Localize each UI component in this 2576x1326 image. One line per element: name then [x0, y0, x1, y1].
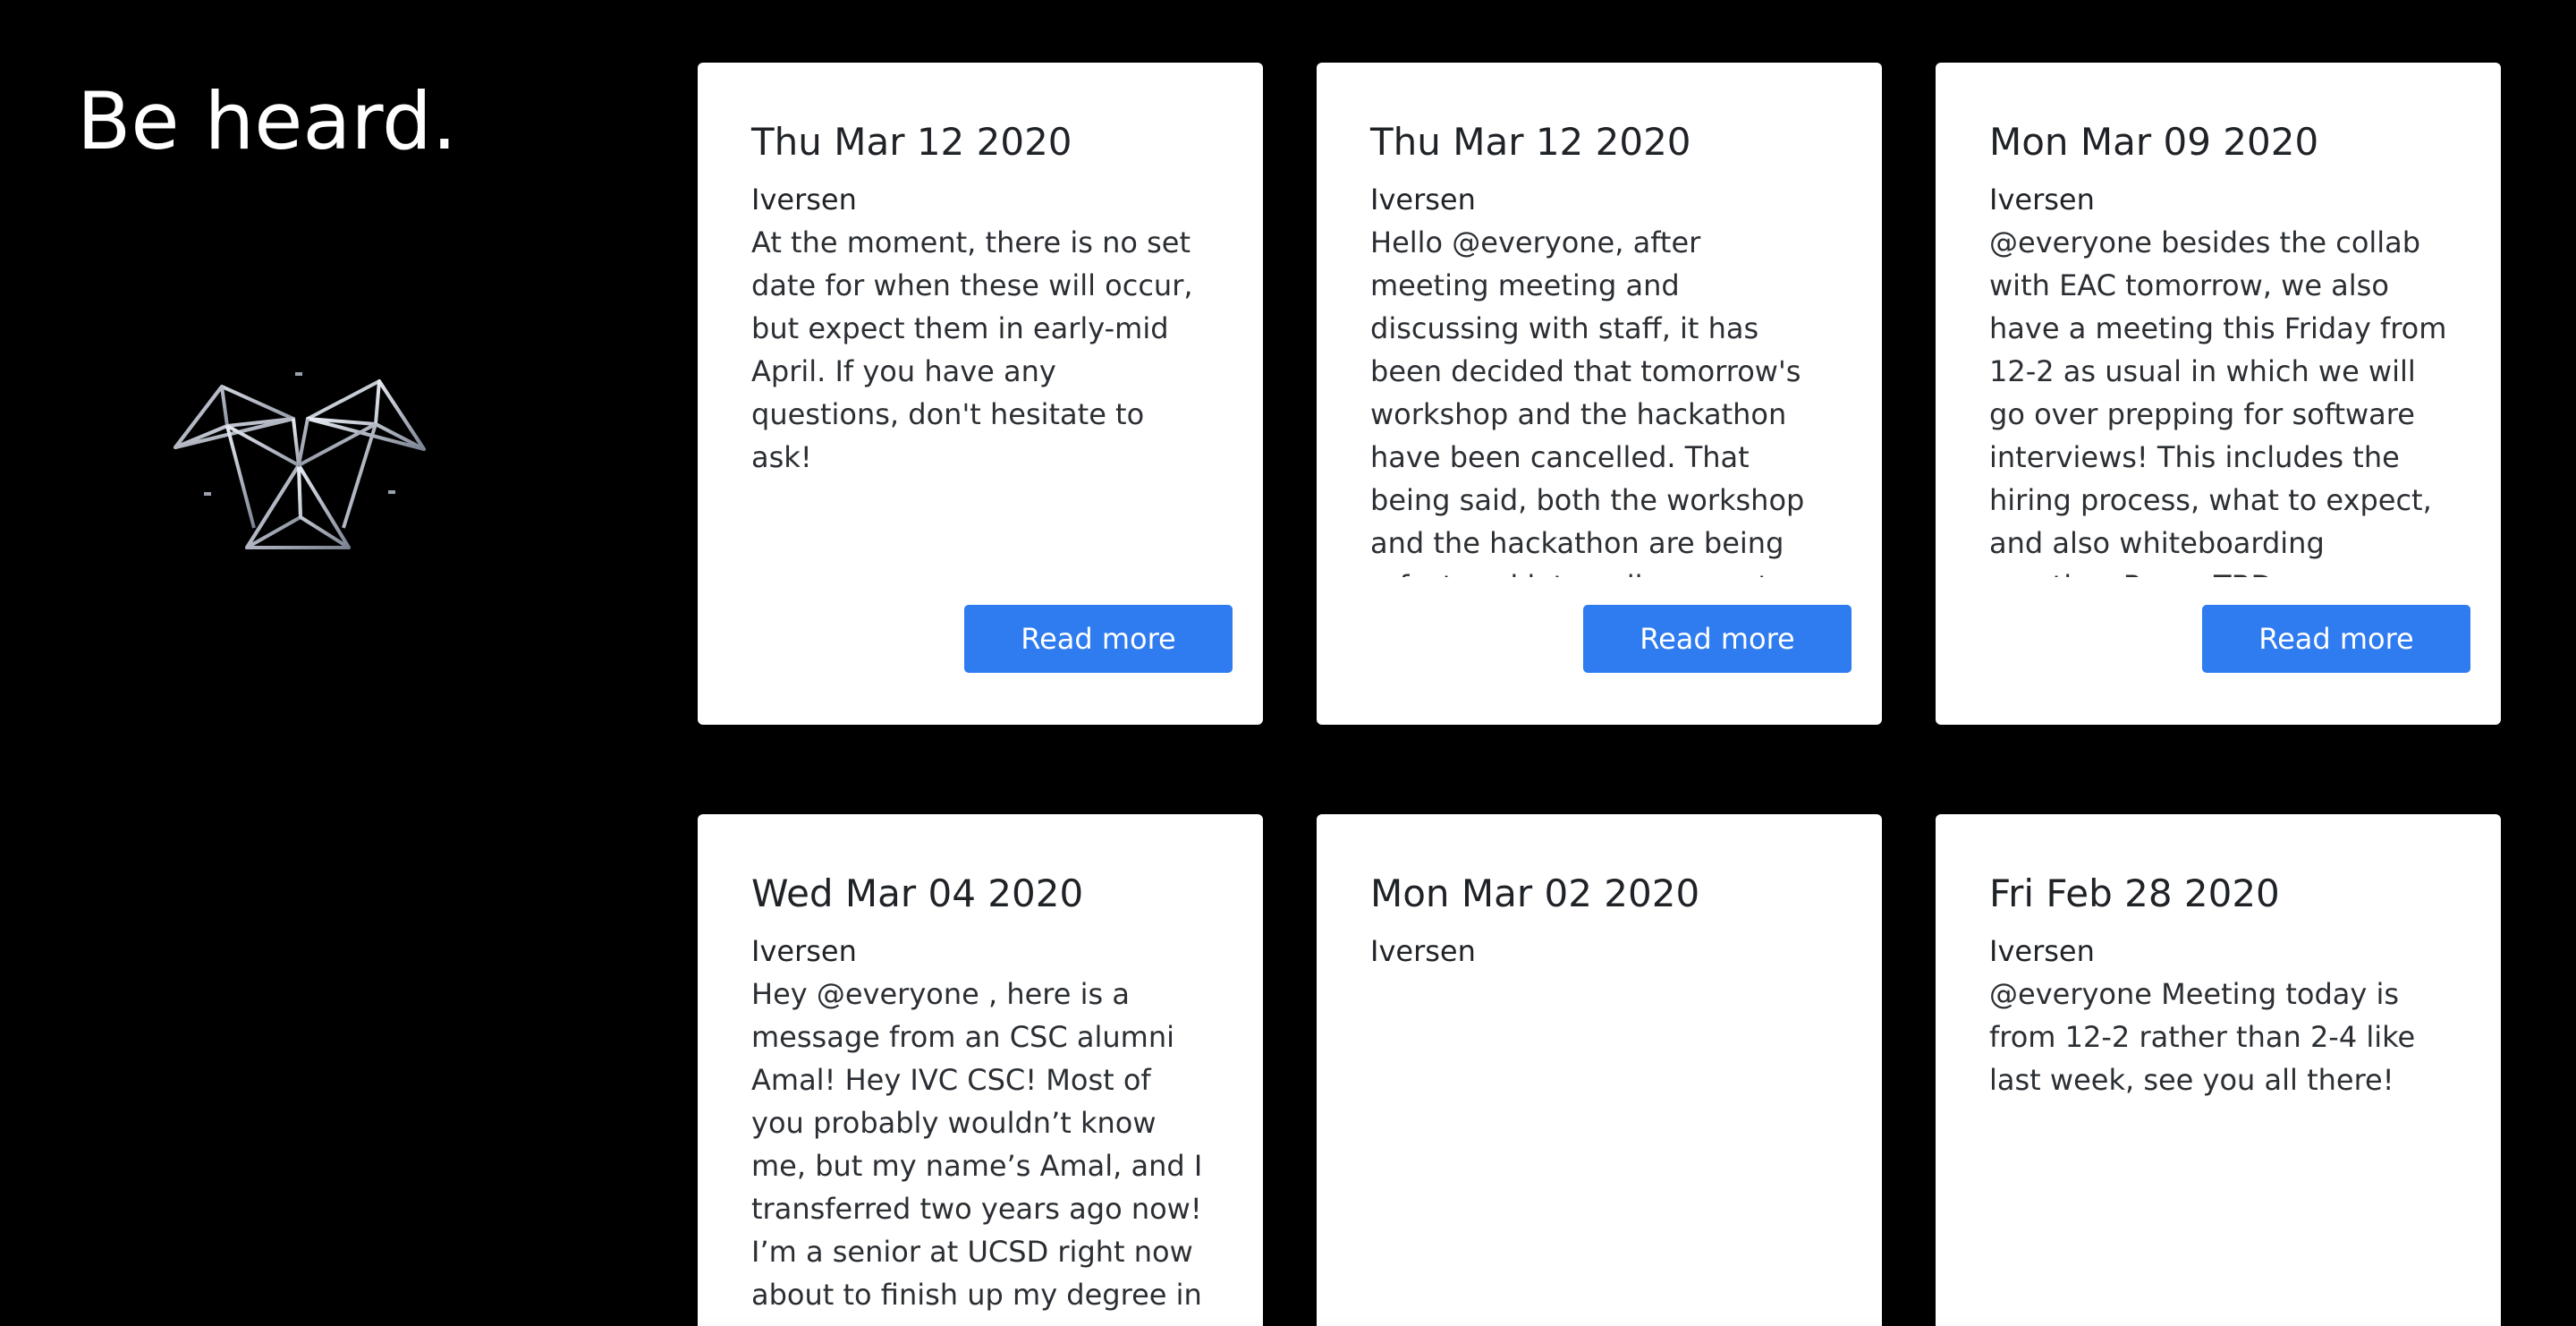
post-card: Fri Feb 28 2020 Iversen @everyone Meetin… — [1936, 814, 2501, 1326]
read-more-button[interactable]: Read more — [2202, 605, 2470, 673]
card-fade — [1936, 1315, 2501, 1326]
post-card: Thu Mar 12 2020 Iversen At the moment, t… — [698, 63, 1263, 725]
post-date: Mon Mar 09 2020 — [1989, 120, 2319, 164]
post-card: Mon Mar 09 2020 Iversen @everyone beside… — [1936, 63, 2501, 725]
post-excerpt: Hello @everyone, after meeting meeting a… — [1370, 225, 1805, 577]
post-author: Iversen — [1370, 183, 1476, 217]
post-excerpt: @everyone besides the collab with EAC to… — [1989, 225, 2447, 577]
post-author: Iversen — [751, 183, 857, 217]
post-date: Wed Mar 04 2020 — [751, 871, 1084, 915]
post-date: Thu Mar 12 2020 — [751, 120, 1072, 164]
read-more-button[interactable]: Read more — [964, 605, 1233, 673]
post-card: Mon Mar 02 2020 Iversen — [1317, 814, 1882, 1326]
post-author: Iversen — [1989, 934, 2095, 969]
post-date: Mon Mar 02 2020 — [1370, 871, 1700, 915]
post-date: Thu Mar 12 2020 — [1370, 120, 1691, 164]
post-author: Iversen — [1370, 934, 1476, 969]
post-author: Iversen — [1989, 183, 2095, 217]
card-fade — [1317, 1315, 1882, 1326]
post-author: Iversen — [751, 934, 857, 969]
post-excerpt: Hey @everyone , here is a message from a… — [751, 976, 1203, 1312]
triangular-wireframe-logo-icon — [168, 367, 436, 564]
post-date: Fri Feb 28 2020 — [1989, 871, 2280, 915]
post-excerpt: @everyone Meeting today is from 12-2 rat… — [1989, 976, 2416, 1097]
post-excerpt: At the moment, there is no set date for … — [751, 225, 1193, 474]
post-card: Thu Mar 12 2020 Iversen Hello @everyone,… — [1317, 63, 1882, 725]
post-card: Wed Mar 04 2020 Iversen Hey @everyone , … — [698, 814, 1263, 1326]
card-fade — [698, 1315, 1263, 1326]
read-more-button[interactable]: Read more — [1583, 605, 1852, 673]
page-title: Be heard. — [77, 75, 457, 167]
hero-panel: Be heard. — [0, 0, 662, 1326]
page: Be heard. Thu Mar 12 2020 Iversen At the… — [0, 0, 2576, 1326]
